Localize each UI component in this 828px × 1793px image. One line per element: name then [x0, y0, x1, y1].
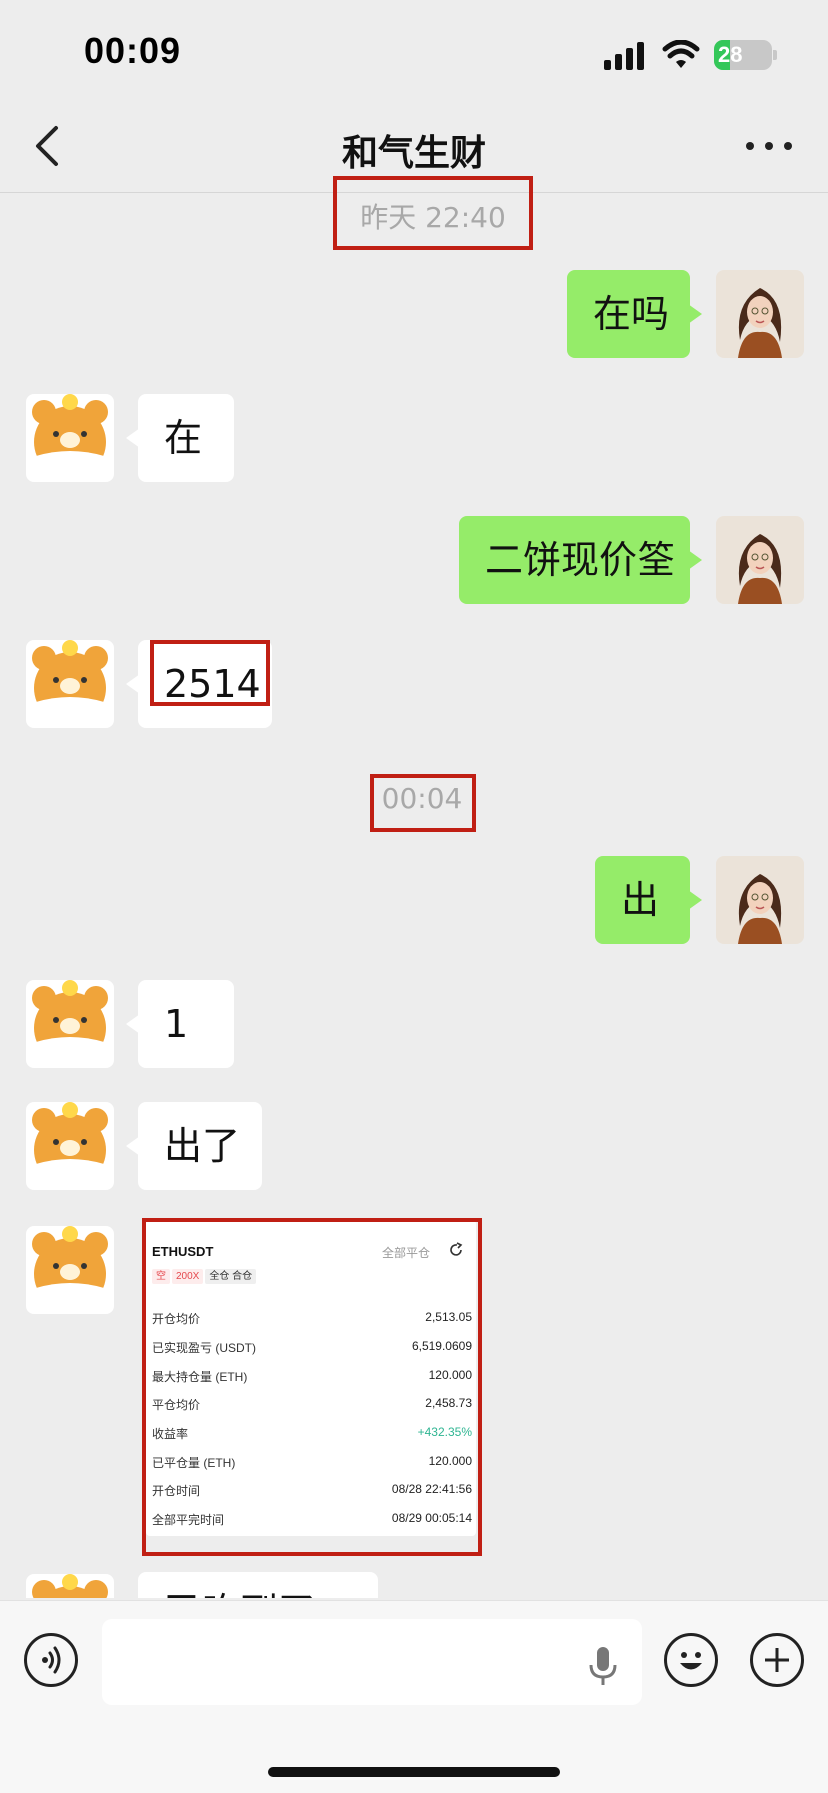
avatar-self[interactable] — [716, 516, 804, 604]
message-bubble-sent[interactable]: 出 — [595, 856, 702, 944]
home-indicator — [268, 1767, 560, 1777]
message-bubble-received[interactable]: 已吃到了 — [138, 1572, 378, 1598]
mic-icon[interactable] — [586, 1645, 620, 1687]
avatar-contact[interactable] — [26, 1226, 114, 1314]
message-bubble-received[interactable]: 在 — [126, 394, 234, 482]
battery-icon: 28 — [714, 40, 772, 70]
plus-icon[interactable] — [750, 1633, 804, 1687]
emoji-icon[interactable] — [664, 1633, 718, 1687]
message-bubble-sent[interactable]: 二饼现价筌 — [459, 516, 702, 604]
partial-message-row: 已吃到了 — [0, 1570, 828, 1598]
highlight-box — [333, 176, 533, 250]
avatar-self[interactable] — [716, 270, 804, 358]
message-bubble-received[interactable]: 1 — [126, 980, 234, 1068]
signal-icon — [604, 42, 644, 70]
input-bar — [0, 1600, 828, 1793]
avatar-contact[interactable] — [26, 1574, 114, 1598]
message-input[interactable] — [102, 1619, 642, 1705]
message-bubble-sent[interactable]: 在吗 — [567, 270, 702, 358]
avatar-self[interactable] — [716, 856, 804, 944]
status-bar: 00:09 28 — [0, 0, 828, 100]
highlight-box — [370, 774, 476, 832]
voice-icon[interactable] — [24, 1633, 78, 1687]
status-time: 00:09 — [84, 30, 182, 71]
avatar-contact[interactable] — [26, 394, 114, 482]
highlight-box — [150, 640, 270, 706]
chat-title: 和气生财 — [341, 133, 486, 174]
avatar-contact[interactable] — [26, 1102, 114, 1190]
avatar-contact[interactable] — [26, 980, 114, 1068]
more-icon[interactable] — [746, 138, 792, 154]
avatar-contact[interactable] — [26, 640, 114, 728]
battery-cap — [773, 50, 777, 60]
message-bubble-received[interactable]: 出了 — [126, 1102, 262, 1190]
highlight-box — [142, 1218, 482, 1556]
wifi-icon — [662, 40, 700, 68]
battery-percent: 28 — [718, 42, 743, 67]
